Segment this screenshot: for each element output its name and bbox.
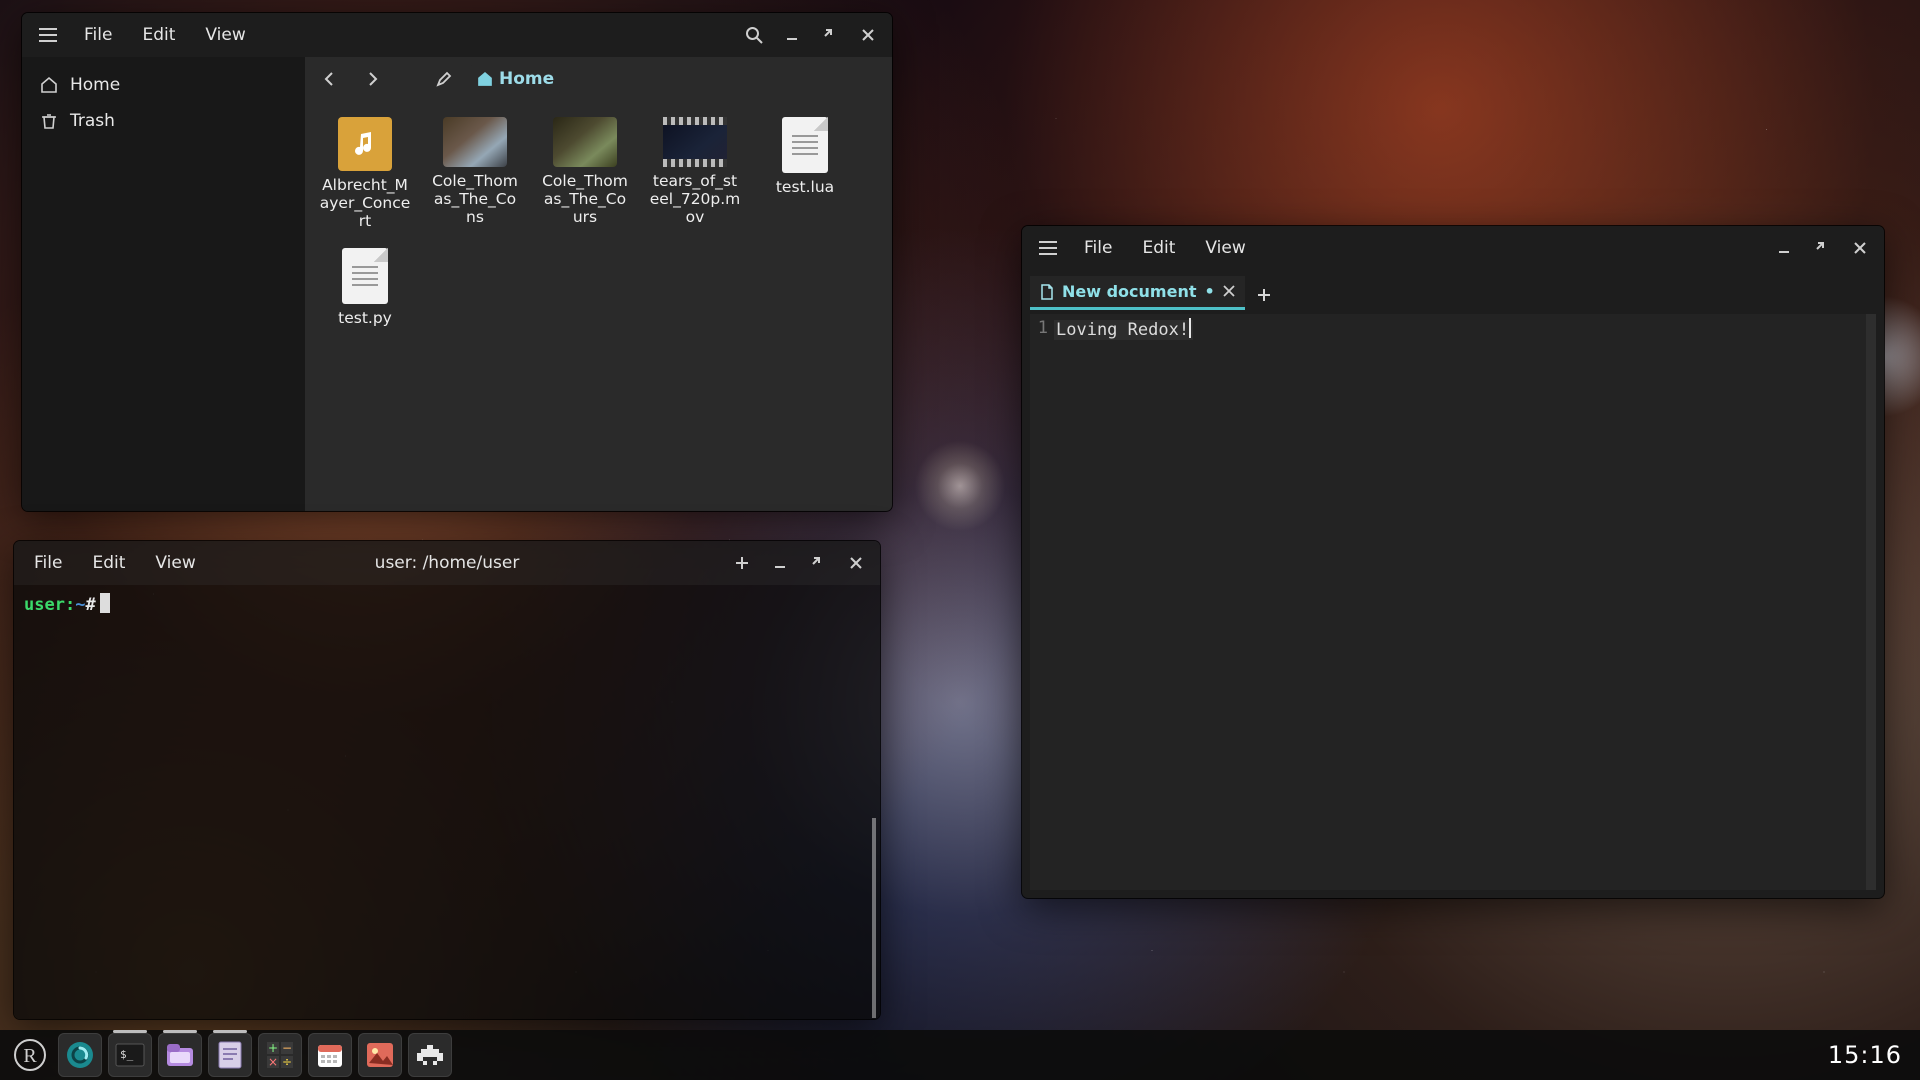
file-label: Cole_Thomas_The_Cours xyxy=(539,173,631,226)
editor-menubar: File Edit View xyxy=(1022,226,1884,270)
nav-back-button[interactable] xyxy=(313,62,347,96)
editor-tabbar: New document • xyxy=(1022,270,1884,310)
editor-textarea[interactable]: 1 Loving Redox! xyxy=(1030,314,1876,890)
taskbar-app-calendar[interactable] xyxy=(308,1033,352,1077)
file-item[interactable]: Albrecht_Mayer_Concert xyxy=(315,113,415,234)
editor-content: Loving Redox! xyxy=(1056,320,1189,340)
editor-window[interactable]: File Edit View New document • xyxy=(1022,226,1884,898)
search-icon[interactable] xyxy=(736,17,772,53)
svg-text:×: × xyxy=(268,1055,278,1069)
document-icon xyxy=(1040,284,1054,300)
taskbar-app-browser[interactable] xyxy=(58,1033,102,1077)
line-number: 1 xyxy=(1034,318,1048,338)
file-label: test.py xyxy=(338,310,392,328)
minimize-icon[interactable] xyxy=(1766,230,1802,266)
terminal-window[interactable]: user: /home/user File Edit View user:~# xyxy=(14,541,880,1019)
file-label: Albrecht_Mayer_Concert xyxy=(319,177,411,230)
maximize-icon[interactable] xyxy=(800,545,836,581)
menu-file[interactable]: File xyxy=(1070,234,1126,262)
prompt-user: user: xyxy=(24,595,75,615)
menu-edit[interactable]: Edit xyxy=(78,549,139,577)
file-manager-menubar: File Edit View xyxy=(22,13,892,57)
taskbar[interactable]: R $_ +−× ÷ 15:16 xyxy=(0,1030,1920,1080)
home-icon xyxy=(477,71,493,87)
new-tab-button[interactable] xyxy=(1249,280,1279,310)
terminal-cursor xyxy=(100,593,110,613)
trash-icon xyxy=(40,112,58,130)
file-item[interactable]: Cole_Thomas_The_Cours xyxy=(535,113,635,234)
menu-edit[interactable]: Edit xyxy=(128,21,189,49)
taskbar-clock[interactable]: 15:16 xyxy=(1828,1041,1912,1069)
breadcrumb-label: Home xyxy=(499,69,554,89)
taskbar-app-calculator[interactable]: +−× ÷ xyxy=(258,1033,302,1077)
sidebar-item-label: Home xyxy=(70,75,120,95)
scrollbar[interactable] xyxy=(1866,314,1876,890)
sidebar-item-label: Trash xyxy=(70,111,115,131)
editor-caret xyxy=(1189,318,1191,338)
tab-close-icon[interactable] xyxy=(1223,282,1235,301)
text-file-icon xyxy=(782,117,828,173)
tab-modified-indicator: • xyxy=(1204,282,1214,301)
menu-file[interactable]: File xyxy=(20,549,76,577)
prompt-path: ~ xyxy=(75,595,85,615)
video-file-icon xyxy=(663,117,727,167)
nav-forward-button[interactable] xyxy=(355,62,389,96)
prompt-symbol: # xyxy=(85,595,95,615)
editor-tab[interactable]: New document • xyxy=(1030,276,1245,310)
location-bar: Home xyxy=(305,57,892,101)
close-icon[interactable] xyxy=(850,17,886,53)
terminal-output[interactable]: user:~# xyxy=(14,585,880,1019)
file-item[interactable]: test.lua xyxy=(755,113,855,234)
taskbar-app-terminal[interactable]: $_ xyxy=(108,1033,152,1077)
file-item[interactable]: Cole_Thomas_The_Cons xyxy=(425,113,525,234)
menu-view[interactable]: View xyxy=(1191,234,1259,262)
text-file-icon xyxy=(342,248,388,304)
file-manager-content: Home Albrecht_Mayer_Concert Cole_Thomas_… xyxy=(305,57,892,511)
svg-text:−: − xyxy=(282,1041,292,1055)
file-manager-sidebar: Home Trash xyxy=(22,57,305,511)
image-file-icon xyxy=(553,117,617,167)
svg-text:$_: $_ xyxy=(120,1048,134,1061)
menu-file[interactable]: File xyxy=(70,21,126,49)
minimize-icon[interactable] xyxy=(762,545,798,581)
taskbar-app-editor[interactable] xyxy=(208,1033,252,1077)
file-manager-window[interactable]: File Edit View Home xyxy=(22,13,892,511)
close-icon[interactable] xyxy=(1842,230,1878,266)
edit-path-button[interactable] xyxy=(427,62,461,96)
taskbar-app-image-viewer[interactable] xyxy=(358,1033,402,1077)
file-label: tears_of_steel_720p.mov xyxy=(649,173,741,226)
tab-title: New document xyxy=(1062,282,1196,301)
sidebar-item-trash[interactable]: Trash xyxy=(28,103,299,139)
audio-file-icon xyxy=(338,117,392,171)
terminal-menubar: user: /home/user File Edit View xyxy=(14,541,880,585)
file-label: Cole_Thomas_The_Cons xyxy=(429,173,521,226)
file-label: test.lua xyxy=(776,179,834,197)
resize-handle[interactable] xyxy=(872,818,876,1018)
start-menu-button[interactable]: R xyxy=(8,1033,52,1077)
line-number-gutter: 1 xyxy=(1030,314,1052,342)
file-item[interactable]: tears_of_steel_720p.mov xyxy=(645,113,745,234)
maximize-icon[interactable] xyxy=(812,17,848,53)
svg-text:+: + xyxy=(268,1041,278,1055)
file-grid[interactable]: Albrecht_Mayer_Concert Cole_Thomas_The_C… xyxy=(305,101,892,511)
maximize-icon[interactable] xyxy=(1804,230,1840,266)
file-item[interactable]: test.py xyxy=(315,244,415,332)
close-icon[interactable] xyxy=(838,545,874,581)
taskbar-app-files[interactable] xyxy=(158,1033,202,1077)
home-icon xyxy=(40,76,58,94)
breadcrumb-home[interactable]: Home xyxy=(469,65,562,93)
new-tab-icon[interactable] xyxy=(724,545,760,581)
hamburger-icon[interactable] xyxy=(1028,236,1068,260)
minimize-icon[interactable] xyxy=(774,17,810,53)
menu-view[interactable]: View xyxy=(191,21,259,49)
svg-text:÷: ÷ xyxy=(282,1055,292,1069)
hamburger-icon[interactable] xyxy=(28,23,68,47)
menu-view[interactable]: View xyxy=(141,549,209,577)
menu-edit[interactable]: Edit xyxy=(1128,234,1189,262)
sidebar-item-home[interactable]: Home xyxy=(28,67,299,103)
image-file-icon xyxy=(443,117,507,167)
taskbar-app-games[interactable] xyxy=(408,1033,452,1077)
svg-text:R: R xyxy=(23,1045,37,1067)
